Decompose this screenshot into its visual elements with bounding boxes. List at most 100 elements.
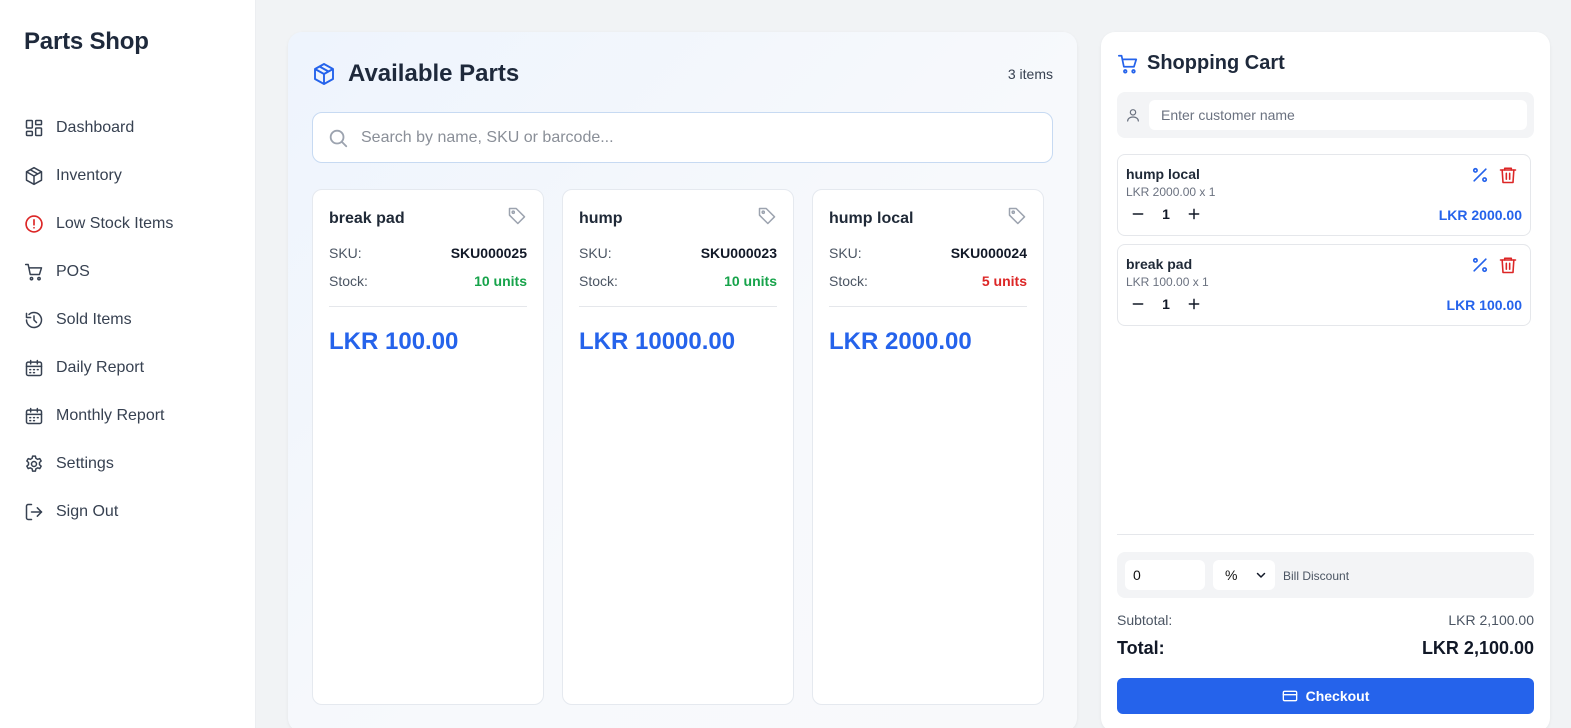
quantity-value: 1 [1162, 206, 1170, 222]
stock-value: 10 units [474, 273, 527, 289]
sidebar-item-daily-report[interactable]: Daily Report [0, 344, 256, 392]
stock-label: Stock: [579, 273, 618, 289]
stock-row: Stock: 10 units [329, 273, 527, 289]
part-card[interactable]: break pad SKU: SKU000025 Stock: 10 units… [312, 189, 544, 705]
stock-label: Stock: [329, 273, 368, 289]
user-icon [1125, 107, 1141, 123]
tag-icon [507, 206, 527, 226]
sidebar-item-label: Sign Out [56, 503, 119, 520]
sidebar-item-pos[interactable]: POS [0, 248, 256, 296]
cart-icon [24, 262, 44, 282]
sidebar-item-label: Dashboard [56, 119, 135, 136]
sidebar-item-inventory[interactable]: Inventory [0, 152, 256, 200]
items-count: 3 items [1007, 66, 1053, 82]
part-card[interactable]: hump local SKU: SKU000024 Stock: 5 units… [812, 189, 1044, 705]
cart-item-total: LKR 100.00 [1446, 297, 1522, 313]
sku-label: SKU: [829, 245, 862, 261]
total-value: LKR 2,100.00 [1421, 638, 1534, 658]
cart-item-name: break pad [1126, 256, 1193, 272]
sku-row: SKU: SKU000023 [579, 245, 777, 261]
parts-grid: break pad SKU: SKU000025 Stock: 10 units… [312, 189, 1053, 705]
discount-value-input[interactable] [1125, 560, 1205, 590]
minus-icon [1132, 213, 1144, 215]
stock-row: Stock: 5 units [829, 273, 1027, 289]
part-price: LKR 100.00 [329, 328, 459, 355]
chevron-down-icon [1255, 569, 1267, 581]
cart-item-total: LKR 2000.00 [1438, 207, 1522, 223]
search-input[interactable] [361, 128, 1041, 147]
increase-qty-button[interactable] [1186, 296, 1202, 312]
customer-name-input[interactable] [1149, 100, 1527, 130]
sku-label: SKU: [579, 245, 612, 261]
part-price: LKR 10000.00 [579, 328, 736, 355]
item-discount-button[interactable] [1470, 255, 1490, 275]
page-title: Available Parts [348, 60, 520, 87]
divider [579, 306, 777, 307]
subtotal-row: Subtotal: LKR 2,100.00 [1117, 612, 1534, 628]
cart-item-name: hump local [1126, 166, 1200, 182]
checkout-button[interactable]: Checkout [1117, 678, 1534, 714]
stock-label: Stock: [829, 273, 868, 289]
trash-icon [1499, 257, 1517, 274]
part-name: break pad [329, 210, 405, 227]
remove-item-button[interactable] [1498, 165, 1518, 185]
discount-type-select[interactable]: % [1213, 560, 1275, 590]
sku-label: SKU: [329, 245, 362, 261]
discount-type-value: % [1225, 567, 1238, 583]
divider [329, 306, 527, 307]
sku-value: SKU000023 [700, 245, 777, 261]
part-name: hump local [829, 210, 914, 227]
total-row: Total: LKR 2,100.00 [1117, 638, 1534, 659]
sidebar-item-sold-items[interactable]: Sold Items [0, 296, 256, 344]
plus-icon [1188, 208, 1200, 220]
decrease-qty-button[interactable] [1130, 206, 1146, 222]
tag-icon [1007, 206, 1027, 226]
cart-item: hump local LKR 2000.00 x 1 1 LKR 2000.00 [1117, 154, 1531, 236]
customer-field-wrapper [1117, 92, 1534, 138]
shopping-cart-panel: Shopping Cart hump local LKR 2000.00 x 1… [1101, 32, 1550, 728]
divider [829, 306, 1027, 307]
sidebar: Parts Shop Dashboard Inventory Low Stock… [0, 0, 256, 728]
cart-header: Shopping Cart [1117, 52, 1285, 75]
quantity-stepper: 1 [1130, 206, 1202, 222]
sidebar-item-label: Monthly Report [56, 407, 165, 424]
sidebar-item-settings[interactable]: Settings [0, 440, 256, 488]
logout-icon [24, 502, 44, 522]
decrease-qty-button[interactable] [1130, 296, 1146, 312]
search-bar [312, 112, 1053, 163]
sku-value: SKU000024 [950, 245, 1027, 261]
sidebar-nav: Dashboard Inventory Low Stock Items POS … [0, 104, 256, 536]
increase-qty-button[interactable] [1186, 206, 1202, 222]
box-icon [24, 166, 44, 186]
sidebar-item-dashboard[interactable]: Dashboard [0, 104, 256, 152]
alert-circle-icon [24, 214, 44, 234]
calendar-icon [24, 358, 44, 378]
sku-row: SKU: SKU000025 [329, 245, 527, 261]
history-icon [24, 310, 44, 330]
available-parts-panel: Available Parts 3 items break pad SKU: S… [288, 32, 1077, 728]
sidebar-item-label: Low Stock Items [56, 215, 174, 232]
stock-value: 5 units [981, 273, 1027, 289]
sidebar-item-low-stock[interactable]: Low Stock Items [0, 200, 256, 248]
sidebar-item-label: Inventory [56, 167, 122, 184]
part-card[interactable]: hump SKU: SKU000023 Stock: 10 units LKR … [562, 189, 794, 705]
trash-icon [1499, 167, 1517, 184]
discount-label: Bill Discount [1283, 569, 1350, 583]
item-discount-button[interactable] [1470, 165, 1490, 185]
cart-item: break pad LKR 100.00 x 1 1 LKR 100.00 [1117, 244, 1531, 326]
sidebar-item-sign-out[interactable]: Sign Out [0, 488, 256, 536]
remove-item-button[interactable] [1498, 255, 1518, 275]
part-name: hump [579, 210, 623, 227]
box-icon [312, 62, 336, 86]
calendar-icon [24, 406, 44, 426]
tag-icon [757, 206, 777, 226]
bill-discount-row: % Bill Discount [1117, 552, 1534, 598]
dashboard-icon [24, 118, 44, 138]
cart-item-detail: LKR 100.00 x 1 [1126, 275, 1209, 289]
cart-title: Shopping Cart [1147, 52, 1285, 74]
sidebar-item-monthly-report[interactable]: Monthly Report [0, 392, 256, 440]
cart-icon [1117, 53, 1139, 75]
sidebar-item-label: POS [56, 263, 90, 280]
percent-icon [1472, 167, 1488, 183]
stock-value: 10 units [724, 273, 777, 289]
